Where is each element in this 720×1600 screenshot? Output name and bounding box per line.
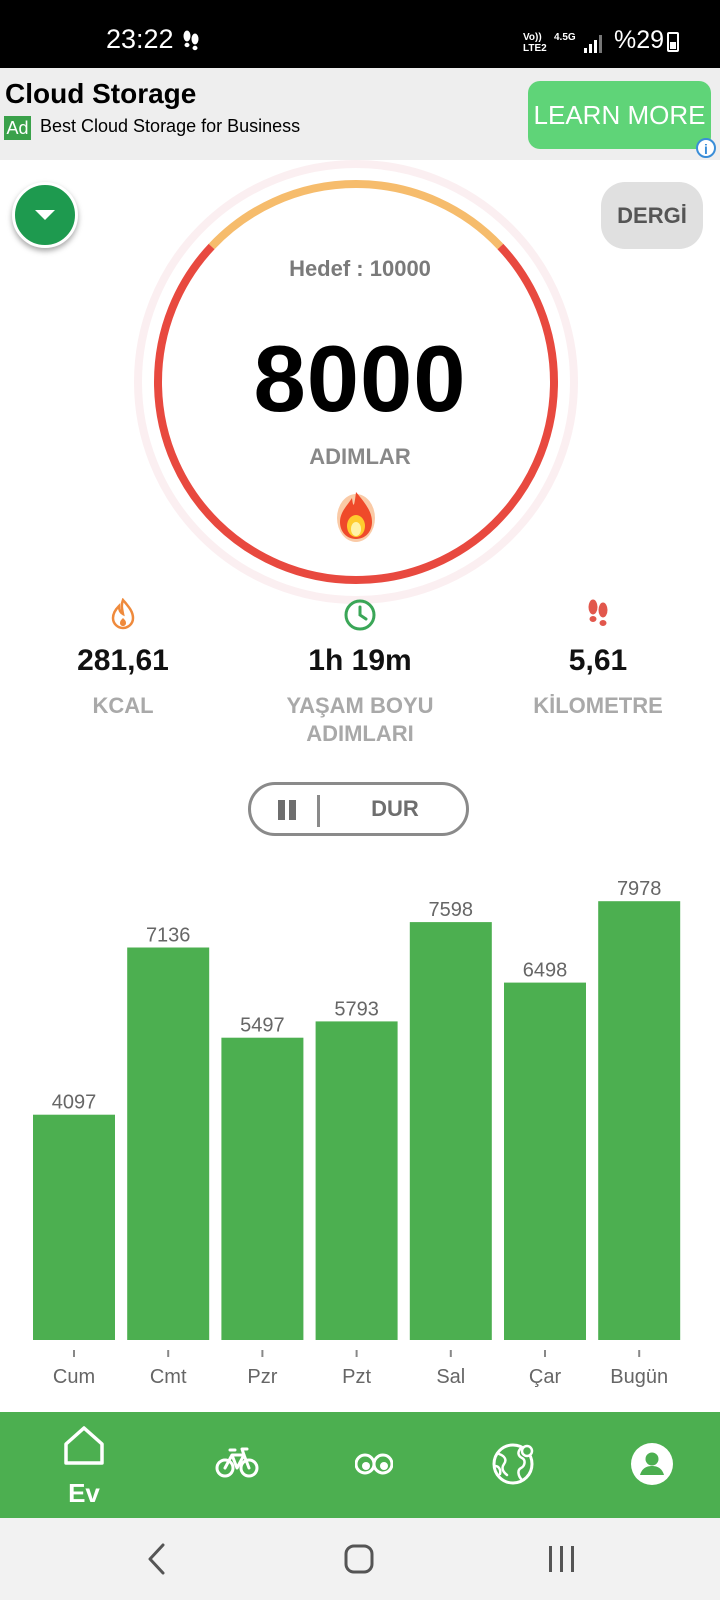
globe-icon — [492, 1443, 534, 1485]
goal-label: Hedef : 10000 — [289, 256, 431, 281]
stat-value: 1h 19m — [308, 644, 412, 677]
eyes-icon — [355, 1453, 393, 1475]
weekly-steps-chart: 4097 Cum 7136 Cmt 5497 Pzr 5793 Pzt 7598 Sal 6498 Ç… — [33, 878, 681, 1388]
stat-value: 5,61 — [568, 644, 628, 677]
status-time: 23:22 — [106, 24, 174, 54]
ad-title: Cloud Storage — [5, 78, 197, 109]
system-nav-bar — [0, 1518, 720, 1600]
ad-subtitle: Best Cloud Storage for Business — [40, 116, 301, 136]
chart-data-label: 7978 — [617, 878, 662, 900]
chart-category-label: Sal — [436, 1366, 465, 1388]
stat-distance: 5,61 KİLOMETRE — [478, 598, 718, 720]
clock-icon — [344, 599, 376, 631]
learn-more-button[interactable]: LEARN MORE — [528, 81, 711, 149]
chart-category-label: Bugün — [610, 1366, 668, 1388]
nav-label: Ev — [68, 1478, 100, 1508]
chart-bar — [598, 901, 681, 1340]
flame-icon — [337, 492, 375, 542]
chart-category-label: Çar — [529, 1366, 562, 1388]
chart-category-label: Cmt — [150, 1366, 187, 1388]
chart-category-label: Pzr — [247, 1366, 277, 1388]
chart-data-label: 6498 — [523, 960, 568, 982]
footprints-icon — [183, 30, 199, 51]
divider — [317, 795, 320, 827]
stat-label: YAŞAM BOYU ADIMLARI — [286, 693, 434, 746]
ring-remaining-arc — [208, 179, 504, 250]
info-icon[interactable]: i — [696, 138, 716, 158]
chart-data-label: 7136 — [146, 925, 191, 947]
chart-bar — [315, 1021, 398, 1340]
home-button-icon[interactable] — [344, 1544, 374, 1574]
network-label: Vo)) LTE2 — [523, 32, 547, 54]
chart-bar — [127, 947, 210, 1340]
ad-banner[interactable]: Cloud Storage Ad Best Cloud Storage for … — [0, 68, 720, 160]
stat-label: KİLOMETRE — [533, 693, 663, 718]
pause-label: DUR — [371, 796, 419, 821]
chart-category-label: Cum — [53, 1366, 95, 1388]
network-type: 4.5G — [554, 32, 576, 43]
chart-bar — [33, 1114, 115, 1340]
nav-watch[interactable] — [322, 1412, 426, 1518]
chevron-down-icon — [35, 210, 55, 220]
chart-data-label: 7598 — [429, 899, 474, 921]
flame-icon — [111, 597, 135, 630]
stat-lifetime: 1h 19m YAŞAM BOYU ADIMLARI — [240, 598, 480, 748]
signal-icon — [584, 35, 602, 53]
nav-home[interactable]: Ev — [32, 1412, 136, 1518]
battery-icon — [667, 32, 679, 52]
back-icon[interactable] — [145, 1542, 169, 1576]
status-bar: 23:22 Vo)) LTE2 4.5G %29 — [0, 0, 720, 68]
chart-category-label: Pzt — [342, 1366, 371, 1388]
nav-profile[interactable] — [600, 1412, 704, 1518]
profile-icon — [631, 1443, 673, 1485]
stat-calories: 281,61 KCAL — [3, 597, 243, 720]
ad-badge: Ad — [4, 116, 31, 140]
dropdown-button[interactable] — [12, 182, 78, 248]
stat-label: KCAL — [92, 693, 154, 718]
chart-data-label: 4097 — [52, 1092, 97, 1114]
chart-bar — [504, 982, 586, 1340]
bottom-nav: Ev — [0, 1412, 720, 1518]
dergi-button[interactable]: DERGİ — [601, 182, 703, 249]
chart-bar — [409, 922, 492, 1340]
footprints-icon — [588, 599, 608, 626]
chart-data-label: 5793 — [334, 998, 379, 1020]
nav-map[interactable] — [461, 1412, 565, 1518]
steps-count: 8000 — [253, 326, 467, 431]
home-icon — [64, 1426, 104, 1465]
stat-value: 281,61 — [77, 644, 169, 677]
bicycle-icon — [215, 1447, 259, 1478]
battery-percent: %29 — [614, 26, 665, 54]
nav-cycling[interactable] — [185, 1412, 289, 1518]
chart-data-label: 5497 — [240, 1015, 285, 1037]
chart-bar — [221, 1037, 304, 1340]
recents-icon[interactable] — [548, 1544, 576, 1574]
pause-icon — [278, 800, 296, 820]
pause-toggle[interactable]: DUR — [248, 782, 469, 836]
steps-label: ADIMLAR — [309, 444, 411, 469]
